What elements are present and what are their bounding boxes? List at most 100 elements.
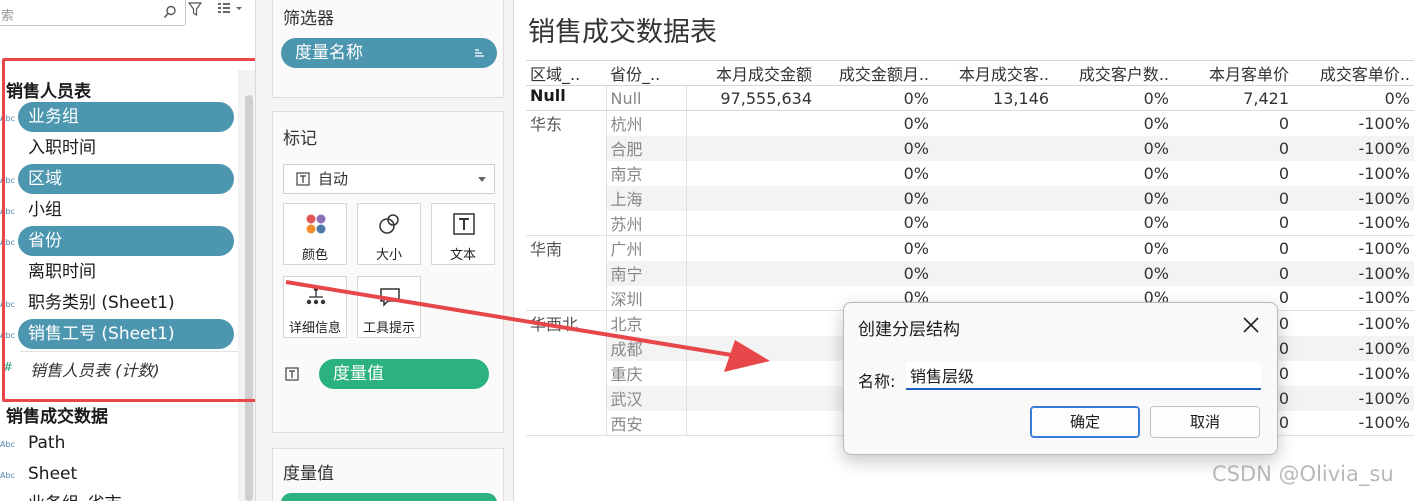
marks-card[interactable]: 标记 自动 颜色 大小 文本 详细信息 工具提示 度量值: [272, 111, 504, 433]
province-cell: 南宁: [605, 260, 686, 286]
province-cell: 合肥: [605, 135, 686, 161]
table-row[interactable]: 南宁 0% 0% 0 -100%: [526, 260, 1414, 286]
value-cell: [933, 236, 1053, 261]
value-cell: -100%: [1293, 210, 1414, 236]
table-row[interactable]: 合肥 0% 0% 0 -100%: [526, 135, 1414, 161]
column-header[interactable]: 成交客户数..: [1053, 60, 1173, 86]
province-cell: 重庆: [605, 360, 686, 386]
table-row[interactable]: 华南 广州 0% 0% 0 -100%: [526, 235, 1414, 311]
measure-names-label: 度量名称: [295, 43, 363, 63]
filters-card[interactable]: 筛选器 度量名称: [272, 0, 504, 98]
text-mark-button[interactable]: 文本: [431, 203, 495, 265]
color-mark-button[interactable]: 颜色: [283, 203, 347, 265]
measure-values-pill[interactable]: 度量值: [319, 359, 489, 389]
value-cell: [685, 285, 816, 311]
value-cell: [685, 185, 816, 211]
measure-names-filter-pill[interactable]: 度量名称: [281, 38, 497, 68]
tooltip-bubble-icon: [380, 288, 400, 307]
value-cell: 97,555,634: [685, 85, 816, 111]
value-cell: [685, 360, 816, 386]
value-cell: [685, 410, 816, 436]
marks-title: 标记: [283, 129, 317, 149]
province-cell: 杭州: [605, 110, 686, 136]
value-cell: 7,421: [1173, 85, 1293, 111]
value-cell: -100%: [1358, 113, 1410, 133]
value-cell: [685, 310, 816, 336]
value-cell: [933, 260, 1053, 286]
value-cell: 0%: [903, 113, 929, 133]
color-dots-icon: [306, 214, 326, 234]
column-header[interactable]: 成交金额月..: [816, 60, 933, 86]
province-cell: 武汉: [605, 385, 686, 411]
detail-mark-button[interactable]: 详细信息: [283, 276, 347, 338]
value-cell: [685, 235, 816, 261]
value-cell: -100%: [1293, 185, 1414, 211]
value-cell: 0%: [1053, 85, 1173, 111]
data-pane: 索 销售人员表 Abc 业务组 入职时间 Abc 区域 Abc 小组 Abc 省…: [0, 0, 255, 501]
value-cell: -100%: [1293, 260, 1414, 286]
value-cell: -100%: [1293, 135, 1414, 161]
detail-label: 详细信息: [288, 321, 341, 336]
value-cell: 0: [1173, 135, 1293, 161]
value-cell: 0%: [1053, 260, 1173, 286]
region-cell: 华东: [526, 110, 606, 236]
value-cell: 0%: [1053, 185, 1173, 211]
province-cell: 南京: [605, 160, 686, 186]
value-cell: [933, 135, 1053, 161]
table-group-title[interactable]: 销售成交数据: [6, 402, 108, 427]
province-cell: 上海: [605, 185, 686, 211]
tooltip-mark-button[interactable]: 工具提示: [357, 276, 421, 338]
sort-menu-icon[interactable]: [473, 47, 485, 59]
region-cell: Null: [526, 85, 606, 111]
value-cell: [933, 210, 1053, 236]
chevron-down-icon: [478, 177, 486, 182]
table-row[interactable]: 南京 0% 0% 0 -100%: [526, 160, 1414, 186]
column-header[interactable]: 省份_..: [606, 60, 686, 86]
table-row[interactable]: 苏州 0% 0% 0 -100%: [526, 210, 1414, 236]
value-cell: 0%: [1293, 85, 1414, 111]
create-hierarchy-dialog[interactable]: 创建分层结构 名称: 确定 取消: [843, 302, 1278, 455]
field-business-province[interactable]: 业务组_省市: [18, 489, 234, 501]
table-row[interactable]: 华东 杭州 0% 0% 0 -100%: [526, 110, 1414, 236]
province-cell: Null: [605, 85, 686, 111]
close-icon[interactable]: [1241, 315, 1261, 335]
value-cell: [685, 110, 816, 136]
field-search-box[interactable]: 索: [0, 0, 186, 26]
value-cell: 0: [1278, 238, 1289, 258]
ok-button[interactable]: 确定: [1030, 406, 1140, 438]
column-header[interactable]: 成交客单价..: [1293, 60, 1414, 86]
value-cell: 0%: [1053, 210, 1173, 236]
table-row[interactable]: Null Null 97,555,634 0% 13,146 0% 7,421 0%: [526, 85, 1414, 111]
value-cell: 0: [1278, 163, 1289, 183]
worksheet-title: 销售成交数据表: [528, 17, 717, 48]
filter-icon[interactable]: [188, 2, 202, 16]
value-cell: [685, 385, 816, 411]
measure-values-card[interactable]: 度量值: [272, 448, 504, 501]
value-cell: -100%: [1293, 335, 1414, 361]
value-cell: 0%: [816, 210, 933, 236]
name-label: 名称:: [858, 372, 896, 391]
view-options-icon[interactable]: [216, 2, 244, 16]
text-label: 文本: [449, 248, 476, 263]
column-header[interactable]: 本月客单价: [1173, 60, 1293, 86]
mark-type-dropdown[interactable]: 自动: [283, 164, 495, 194]
hierarchy-name-input[interactable]: [906, 362, 1261, 390]
search-icon[interactable]: [163, 5, 177, 19]
size-label: 大小: [375, 248, 402, 263]
column-header[interactable]: 区域_..: [526, 60, 606, 86]
value-cell: 0%: [903, 238, 929, 258]
field-path[interactable]: Path: [18, 428, 234, 458]
value-cell: -100%: [1358, 313, 1410, 333]
column-header[interactable]: 本月成交金额: [686, 60, 816, 86]
column-header[interactable]: 本月成交客..: [933, 60, 1053, 86]
value-cell: 0: [1278, 113, 1289, 133]
province-cell: 北京: [605, 310, 686, 336]
value-cell: -100%: [1358, 363, 1410, 383]
value-cell: [685, 335, 816, 361]
field-sheet[interactable]: Sheet: [18, 459, 234, 489]
table-row[interactable]: 上海 0% 0% 0 -100%: [526, 185, 1414, 211]
measure-values-item-pill[interactable]: [281, 493, 497, 501]
province-cell: 深圳: [605, 285, 686, 311]
size-mark-button[interactable]: 大小: [357, 203, 421, 265]
cancel-button[interactable]: 取消: [1150, 406, 1260, 438]
